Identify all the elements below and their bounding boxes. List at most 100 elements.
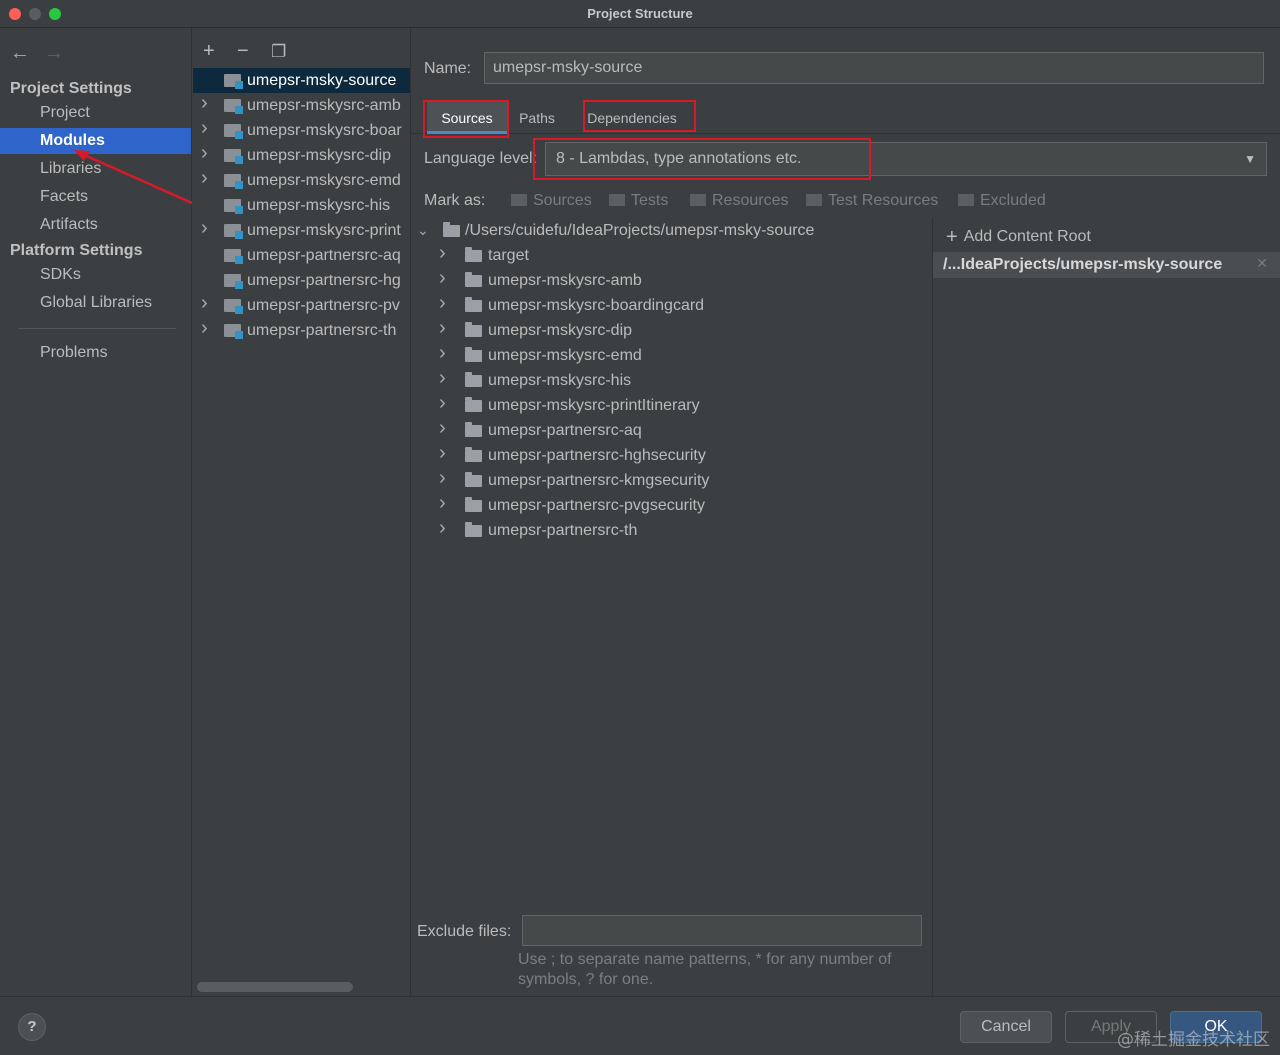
tree-root-row[interactable]: ⌄ /Users/cuidefu/IdeaProjects/umepsr-msk… [417, 218, 917, 243]
module-row[interactable]: › umepsr-partnersrc-th [193, 318, 410, 343]
module-row[interactable]: umepsr-mskysrc-his [193, 193, 410, 218]
add-icon[interactable]: + [203, 40, 237, 63]
folder-label: target [488, 247, 529, 264]
tree-folder-row[interactable]: › umepsr-mskysrc-dip [439, 316, 919, 343]
chevron-right-icon[interactable]: › [201, 143, 208, 166]
tree-folder-row[interactable]: › umepsr-partnersrc-aq [439, 416, 919, 443]
excluded-folder-icon [958, 194, 974, 206]
nav-item-artifacts[interactable]: Artifacts [0, 212, 191, 238]
folder-label: umepsr-partnersrc-kmgsecurity [488, 472, 710, 489]
chevron-right-icon[interactable]: › [439, 341, 446, 366]
annotation-box-sources [423, 100, 509, 138]
module-label: umepsr-mskysrc-dip [247, 147, 392, 164]
chevron-right-icon[interactable]: › [201, 168, 208, 191]
nav-item-libraries[interactable]: Libraries [0, 156, 191, 182]
folder-icon [465, 497, 482, 512]
folder-icon [465, 422, 482, 437]
horizontal-scrollbar[interactable] [197, 982, 353, 992]
forward-arrow-icon[interactable]: → [44, 42, 78, 65]
cancel-button[interactable]: Cancel [960, 1011, 1052, 1043]
annotation-box-dependencies [583, 100, 696, 132]
folder-icon [465, 247, 482, 262]
help-button[interactable]: ? [18, 1013, 46, 1041]
chevron-right-icon[interactable]: › [439, 466, 446, 491]
add-content-root-button[interactable]: + Add Content Root [946, 226, 1091, 249]
chevron-right-icon[interactable]: › [439, 416, 446, 441]
nav-item-global-libraries[interactable]: Global Libraries [0, 290, 191, 316]
chevron-right-icon[interactable]: › [201, 318, 208, 341]
mark-as-resources-button[interactable]: Resources [690, 192, 788, 210]
panel-divider [932, 218, 933, 996]
chevron-right-icon[interactable]: › [439, 291, 446, 316]
mark-as-tests-button[interactable]: Tests [609, 192, 668, 210]
tree-folder-row[interactable]: › umepsr-partnersrc-hghsecurity [439, 441, 919, 468]
chevron-down-icon[interactable]: ⌄ [417, 218, 429, 243]
chevron-right-icon[interactable]: › [201, 93, 208, 116]
chevron-right-icon[interactable]: › [201, 293, 208, 316]
mark-as-excluded-button[interactable]: Excluded [958, 192, 1046, 210]
folder-icon [465, 272, 482, 287]
tree-folder-row[interactable]: › umepsr-partnersrc-pvgsecurity [439, 491, 919, 518]
tab-paths[interactable]: Paths [507, 102, 567, 134]
chevron-right-icon[interactable]: › [439, 266, 446, 291]
nav-item-project[interactable]: Project [0, 100, 191, 126]
annotation-box-language-level [533, 138, 871, 180]
folder-icon [443, 222, 460, 237]
tree-folder-row[interactable]: › umepsr-partnersrc-kmgsecurity [439, 466, 919, 493]
module-label: umepsr-mskysrc-boar [247, 122, 402, 139]
tree-folder-row[interactable]: › umepsr-partnersrc-th [439, 516, 919, 543]
name-label: Name: [424, 60, 472, 77]
chevron-right-icon[interactable]: › [201, 118, 208, 141]
folder-label: umepsr-partnersrc-pvgsecurity [488, 497, 705, 514]
content-root-row[interactable]: /...IdeaProjects/umepsr-msky-source ✕ [933, 252, 1280, 278]
mark-as-test-resources-button[interactable]: Test Resources [806, 192, 938, 210]
tree-folder-row[interactable]: › target [439, 241, 919, 268]
remove-root-icon[interactable]: ✕ [1256, 255, 1268, 272]
chevron-right-icon[interactable]: › [201, 218, 208, 241]
module-icon [224, 299, 243, 314]
tree-folder-row[interactable]: › umepsr-mskysrc-printItinerary [439, 391, 919, 418]
folder-label: umepsr-partnersrc-th [488, 522, 638, 539]
module-row[interactable]: › umepsr-mskysrc-print [193, 218, 410, 243]
chevron-right-icon[interactable]: › [439, 241, 446, 266]
module-icon [224, 99, 243, 114]
module-row[interactable]: › umepsr-partnersrc-pv [193, 293, 410, 318]
chevron-right-icon[interactable]: › [439, 366, 446, 391]
chevron-right-icon[interactable]: › [439, 441, 446, 466]
module-label: umepsr-partnersrc-hg [247, 272, 401, 289]
module-row[interactable]: › umepsr-mskysrc-emd [193, 168, 410, 193]
module-row[interactable]: umepsr-partnersrc-aq [193, 243, 410, 268]
copy-icon[interactable]: ❐ [271, 42, 305, 62]
mark-as-sources-button[interactable]: Sources [511, 192, 592, 210]
source-folder-tree: ⌄ /Users/cuidefu/IdeaProjects/umepsr-msk… [411, 218, 931, 908]
nav-item-modules[interactable]: Modules [0, 128, 191, 154]
folder-icon [465, 397, 482, 412]
module-row[interactable]: › umepsr-mskysrc-dip [193, 143, 410, 168]
chevron-right-icon[interactable]: › [439, 516, 446, 541]
tree-folder-row[interactable]: › umepsr-mskysrc-his [439, 366, 919, 393]
chevron-right-icon[interactable]: › [439, 316, 446, 341]
back-arrow-icon[interactable]: ← [10, 42, 44, 65]
content-root-path: /...IdeaProjects/umepsr-msky-source [943, 256, 1223, 273]
tree-folder-row[interactable]: › umepsr-mskysrc-emd [439, 341, 919, 368]
nav-item-problems[interactable]: Problems [0, 340, 191, 366]
remove-icon[interactable]: − [237, 40, 271, 63]
folder-label: umepsr-partnersrc-aq [488, 422, 642, 439]
module-row[interactable]: › umepsr-mskysrc-boar [193, 118, 410, 143]
module-label: umepsr-msky-source [247, 72, 397, 89]
tree-folder-row[interactable]: › umepsr-mskysrc-amb [439, 266, 919, 293]
watermark: @稀土掘金技术社区 [1117, 1030, 1270, 1050]
chevron-right-icon[interactable]: › [439, 491, 446, 516]
folder-label: umepsr-partnersrc-hghsecurity [488, 447, 706, 464]
nav-item-facets[interactable]: Facets [0, 184, 191, 210]
nav-item-sdks[interactable]: SDKs [0, 262, 191, 288]
folder-icon [465, 322, 482, 337]
module-row[interactable]: umepsr-partnersrc-hg [193, 268, 410, 293]
tree-folder-row[interactable]: › umepsr-mskysrc-boardingcard [439, 291, 919, 318]
chevron-right-icon[interactable]: › [439, 391, 446, 416]
module-row[interactable]: umepsr-msky-source [193, 68, 410, 93]
exclude-files-input[interactable] [522, 915, 922, 946]
module-name-input[interactable]: umepsr-msky-source [484, 52, 1264, 84]
module-label: umepsr-mskysrc-his [247, 197, 391, 214]
module-row[interactable]: › umepsr-mskysrc-amb [193, 93, 410, 118]
